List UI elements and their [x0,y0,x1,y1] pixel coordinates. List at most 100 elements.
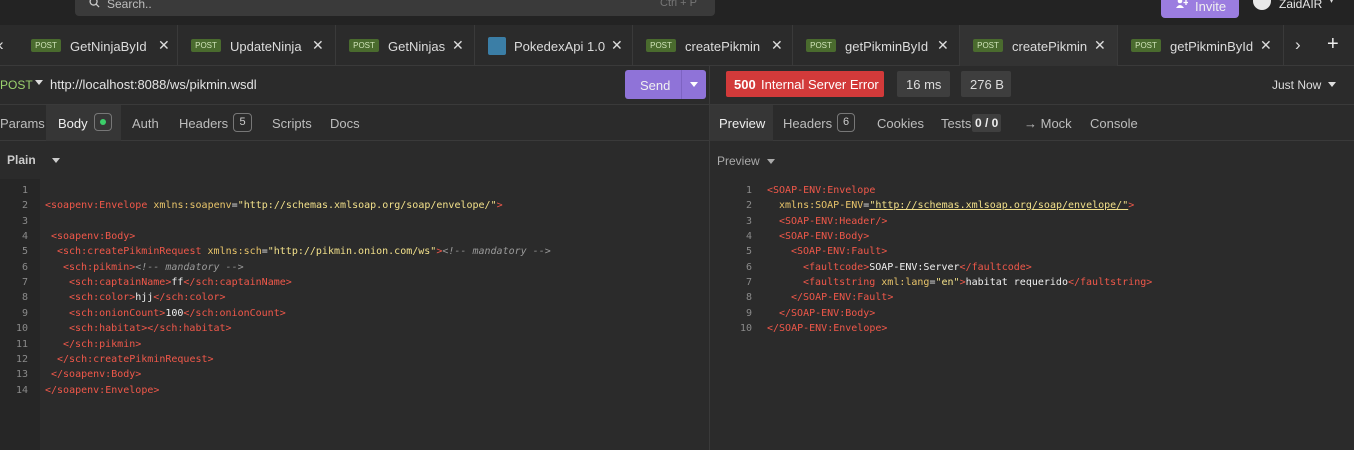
new-tab-button[interactable]: + [1327,33,1339,56]
tab-request[interactable]: POST getPikminById ✕ [793,25,960,66]
tab-body[interactable]: Body [46,105,121,141]
tab-label: GetNinjaById [70,39,147,54]
headers-count-badge: 6 [837,113,855,132]
tab-request[interactable]: POST GetNinjaById ✕ [18,25,178,66]
response-preview[interactable]: 1 2 3 4 5 6 7 8 9 10 <SOAP-ENV:Envelope … [710,179,1354,450]
method-badge: POST [31,39,61,52]
response-status-bar: 500 Internal Server Error 16 ms 276 B Ju… [710,66,1354,104]
response-size: 276 B [961,71,1011,97]
chevron-down-icon[interactable] [1328,82,1336,87]
chevron-down-icon[interactable] [690,82,698,87]
line-number: 7 [21,277,28,288]
url-input[interactable]: http://localhost:8088/ws/pikmin.wsdl [50,77,257,92]
code-line: <SOAP-ENV:Fault> [791,246,887,257]
tab-auth[interactable]: Auth [121,105,167,141]
document-icon [488,37,506,55]
status-badge: 500 Internal Server Error [726,71,884,97]
close-icon[interactable]: ✕ [1094,37,1106,54]
xml-tag: <sch:onionCount> [69,308,166,319]
close-icon[interactable]: ✕ [1260,37,1272,54]
code-line: </SOAP-ENV:Fault> [791,292,893,303]
tab-label: Headers [783,116,833,131]
request-subtabs: Params Body Auth Headers 5 Scripts Docs [0,104,709,141]
invite-button[interactable]: Invite [1161,0,1239,18]
code-line: </SOAP-ENV:Body> [779,308,875,319]
xml-tag: <SOAP-ENV:Envelope [767,185,876,196]
tab-label: Tests [941,116,972,131]
chevron-left-icon[interactable]: ‹ [0,35,4,55]
tab-label: Body [58,116,88,131]
status-code: 500 [734,77,756,92]
request-url-bar: POST http://localhost:8088/ws/pikmin.wsd… [0,66,709,104]
tab-console[interactable]: Console [1078,105,1148,141]
xml-attr: xmlns:sch [207,246,262,257]
tab-headers[interactable]: Headers 6 [773,105,864,141]
send-label: Send [640,78,671,93]
line-number: 8 [745,292,752,303]
tab-cookies[interactable]: Cookies [864,105,926,141]
xml-text: 100 [165,308,184,319]
xml-text: habitat requerido [965,277,1068,288]
chevron-right-icon[interactable]: › [1295,35,1301,55]
send-button[interactable]: Send [625,70,706,99]
search-bar[interactable]: Search.. Ctrl + P [75,0,715,16]
xml-link-value[interactable]: "http://schemas.xmlsoap.org/soap/envelop… [869,200,1128,211]
code-line: <sch:habitat></sch:habitat> [69,323,232,334]
method-badge: POST [646,39,676,52]
response-subtabs: Preview Headers 6 Cookies Tests 0 / 0 → … [710,104,1354,141]
xml-tag: </faultcode> [959,262,1032,273]
xml-tag: <sch:pikmin> [63,262,136,273]
tab-request[interactable]: POST createPikmin ✕ [633,25,793,66]
line-number: 7 [745,277,752,288]
method-badge: POST [806,39,836,52]
xml-tag: <faultcode> [803,262,870,273]
line-number-gutter: 1 2 3 4 5 6 7 8 9 10 [710,179,767,450]
request-body-editor[interactable]: 1 2 3 4 5 6 7 8 9 10 11 12 13 14 <soapen… [0,179,709,450]
body-type-select[interactable]: Plain [0,141,709,179]
line-number-gutter: 1 2 3 4 5 6 7 8 9 10 11 12 13 14 [0,179,40,450]
tab-tests[interactable]: Tests 0 / 0 [926,105,1010,141]
close-icon[interactable]: ✕ [312,37,324,54]
close-icon[interactable]: ✕ [452,37,464,54]
tab-label: GetNinjas [388,39,446,54]
tab-mock[interactable]: → Mock [1010,105,1078,141]
method-badge: POST [973,39,1003,52]
close-icon[interactable]: ✕ [771,37,783,54]
xml-tag: <soapenv:Body> [51,231,136,242]
body-type-label: Plain [7,153,36,167]
line-number: 9 [745,308,752,319]
line-number: 13 [15,369,28,380]
tab-document[interactable]: PokedexApi 1.0 ✕ [475,25,633,66]
close-icon[interactable]: ✕ [611,37,623,54]
chevron-down-icon[interactable] [35,80,43,85]
chevron-down-icon [52,158,60,163]
xml-value: "http://schemas.xmlsoap.org/soap/envelop… [237,200,497,211]
tab-label: Console [1090,116,1138,131]
tab-request[interactable]: POST getPikminById ✕ [1118,25,1284,66]
close-icon[interactable]: ✕ [937,37,949,54]
xml-tag: <SOAP-ENV:Fault> [791,246,888,257]
xml-text: SOAP-ENV:Server [869,262,960,273]
tab-label: createPikmin [1012,39,1088,54]
tab-request-active[interactable]: POST createPikmin ✕ [960,25,1118,66]
xml-tag: </sch:captainName> [183,277,292,288]
close-icon[interactable]: ✕ [158,37,170,54]
method-select[interactable]: POST [0,78,33,92]
xml-tag: </sch:onionCount> [183,308,286,319]
line-number: 6 [745,262,752,273]
tab-label: getPikminById [845,39,929,54]
tab-params[interactable]: Params [0,105,46,141]
user-name: ZaidAIR [1279,0,1323,11]
tab-request[interactable]: POST GetNinjas ✕ [336,25,475,66]
tab-docs[interactable]: Docs [326,105,376,141]
response-time: 16 ms [897,71,950,97]
tab-headers[interactable]: Headers 5 [167,105,263,141]
xml-tag: <sch:createPikminRequest [57,246,202,257]
tab-preview[interactable]: Preview [710,105,773,141]
tab-label: UpdateNinja [230,39,302,54]
tab-label: Cookies [877,116,924,131]
history-select[interactable]: Just Now [1272,78,1321,92]
preview-mode-select[interactable]: Preview [710,141,1354,179]
tab-request[interactable]: POST UpdateNinja ✕ [178,25,336,66]
tab-scripts[interactable]: Scripts [263,105,326,141]
